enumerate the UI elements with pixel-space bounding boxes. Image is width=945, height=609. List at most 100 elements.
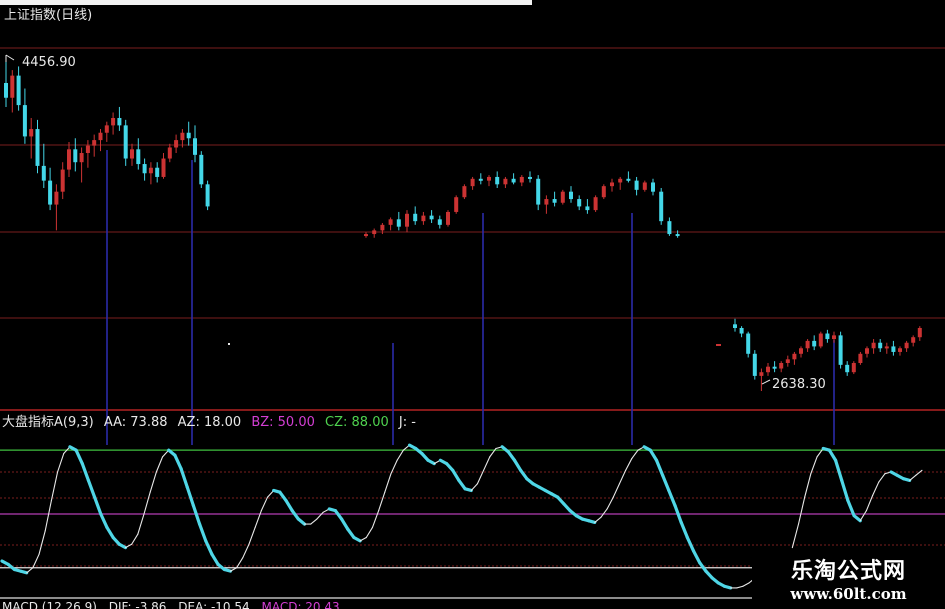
- candle-b-body-28: [593, 197, 598, 211]
- candle-b-body-30: [610, 182, 614, 187]
- candle-a-body-12: [79, 153, 84, 163]
- indicator-segment-129: [797, 496, 806, 525]
- legend-aa: AA: 73.88: [103, 415, 168, 430]
- candle-a-body-15: [98, 132, 103, 141]
- candle-c-body-13: [818, 333, 823, 347]
- candle-b-body-16: [495, 176, 500, 185]
- indicator-segment-39: [242, 543, 250, 559]
- max-price-label: 4456.90: [22, 55, 76, 70]
- macd-dif: DIF: -3.86: [108, 600, 167, 609]
- chart-stage: 上证指数(日线) 4456.90 2638.30 大盘指标A(9,3) AA: …: [0, 0, 945, 609]
- candle-b-body-32: [626, 178, 631, 181]
- candle-c-body-5: [766, 366, 770, 373]
- candle-a-body-22: [142, 164, 147, 174]
- indicator-segment-5: [32, 553, 40, 569]
- candle-b-body-29: [601, 186, 606, 198]
- indicator-segment-148: [915, 469, 923, 476]
- indicator-segment-50: [310, 518, 318, 525]
- indicator-segment-96: [594, 516, 602, 523]
- indicator-segment-110: [679, 520, 689, 540]
- indicator-segment-42: [260, 496, 269, 512]
- candle-c-body-20: [865, 348, 869, 354]
- candle-c-body-24: [891, 346, 896, 352]
- indicator-segment-75: [463, 487, 473, 493]
- indicator-segment-59: [365, 526, 374, 539]
- indicator-segment-28: [173, 453, 183, 471]
- candle-b-body-14: [478, 178, 483, 181]
- indicator-segment-31: [191, 504, 202, 526]
- indicator-segment-22: [137, 513, 145, 535]
- candle-a-body-14: [92, 140, 97, 146]
- candle-a-body-28: [180, 132, 185, 141]
- candle-b-body-20: [528, 176, 532, 179]
- indicator-segment-61: [378, 491, 386, 512]
- candle-b-body-6: [413, 213, 418, 222]
- indicator-segment-30: [185, 485, 196, 508]
- candle-b-body-2: [380, 224, 385, 231]
- indicator-segment-36: [222, 567, 233, 573]
- candle-a-body-0: [4, 83, 8, 98]
- indicator-segment-40: [248, 526, 256, 545]
- candle-a-body-9: [60, 169, 65, 192]
- indicator-segment-134: [827, 448, 838, 462]
- indicator-segment-95: [586, 519, 597, 525]
- candle-a-body-17: [111, 118, 116, 126]
- indicator-segment-142: [878, 473, 886, 483]
- indicator-segment-46: [284, 498, 294, 513]
- indicator-segment-4: [26, 567, 34, 574]
- indicator-segment-13: [80, 462, 91, 482]
- indicator-segment-97: [600, 508, 608, 518]
- candle-c-body-15: [832, 335, 836, 340]
- candle-b-body-26: [577, 199, 582, 207]
- candle-c-body-4: [759, 372, 764, 376]
- candle-b-body-15: [487, 176, 491, 181]
- indicator-segment-23: [143, 491, 151, 515]
- candle-b-body-27: [585, 206, 590, 211]
- indicator-segment-99: [612, 483, 620, 498]
- indicator-segment-117: [722, 584, 733, 590]
- candle-a-body-2: [16, 75, 21, 106]
- indicator-segment-14: [86, 478, 97, 499]
- candle-b-body-33: [634, 180, 639, 190]
- candle-a-body-1: [10, 75, 15, 98]
- legend-cz: CZ: 88.00: [325, 415, 389, 430]
- candle-c-body-3: [752, 353, 757, 376]
- watermark-url: www.60lt.com: [790, 585, 907, 603]
- candle-a-body-16: [104, 125, 109, 133]
- indicator-segment-17: [105, 525, 115, 540]
- indicator-segment-107: [661, 473, 671, 493]
- watermark-logo: 乐淘公式网 www.60lt.com: [752, 555, 945, 607]
- indicator-segment-9: [57, 452, 65, 473]
- indicator-segment-102: [631, 449, 639, 460]
- indicator-legend: 大盘指标A(9,3) AA: 73.88 AZ: 18.00 BZ: 50.00…: [2, 415, 422, 430]
- candle-a-body-27: [174, 140, 179, 148]
- candle-c-body-18: [851, 363, 856, 373]
- candle-a-body-23: [148, 167, 153, 174]
- candle-b-body-19: [519, 176, 524, 183]
- indicator-segment-29: [179, 467, 189, 489]
- candle-a-body-20: [130, 149, 134, 159]
- indicator-segment-135: [833, 458, 844, 482]
- candle-a-body-21: [136, 149, 141, 165]
- indicator-segment-8: [50, 471, 59, 502]
- candle-c-body-26: [904, 342, 909, 349]
- candle-c-body-6: [772, 366, 777, 369]
- candle-c-body-16: [838, 335, 843, 365]
- candle-c-body-25: [898, 348, 902, 352]
- candle-a-body-4: [29, 129, 34, 137]
- indicator-segment-131: [810, 456, 818, 475]
- candle-a-body-7: [48, 180, 53, 205]
- indicator-segment-21: [131, 533, 139, 545]
- candle-a-body-11: [73, 149, 78, 163]
- indicator-segment-33: [204, 539, 214, 556]
- macd-dea: DEA: -10.54: [178, 600, 250, 609]
- isolated-tick: [716, 344, 721, 346]
- indicator-segment-141: [872, 481, 880, 497]
- indicator-segment-106: [654, 458, 665, 477]
- candle-a-body-8: [54, 191, 59, 205]
- price-chart: [0, 47, 945, 599]
- indicator-segment-12: [74, 448, 84, 466]
- candle-c-body-2: [746, 333, 751, 354]
- candle-a-body-10: [67, 149, 71, 170]
- candle-c-body-17: [845, 364, 850, 373]
